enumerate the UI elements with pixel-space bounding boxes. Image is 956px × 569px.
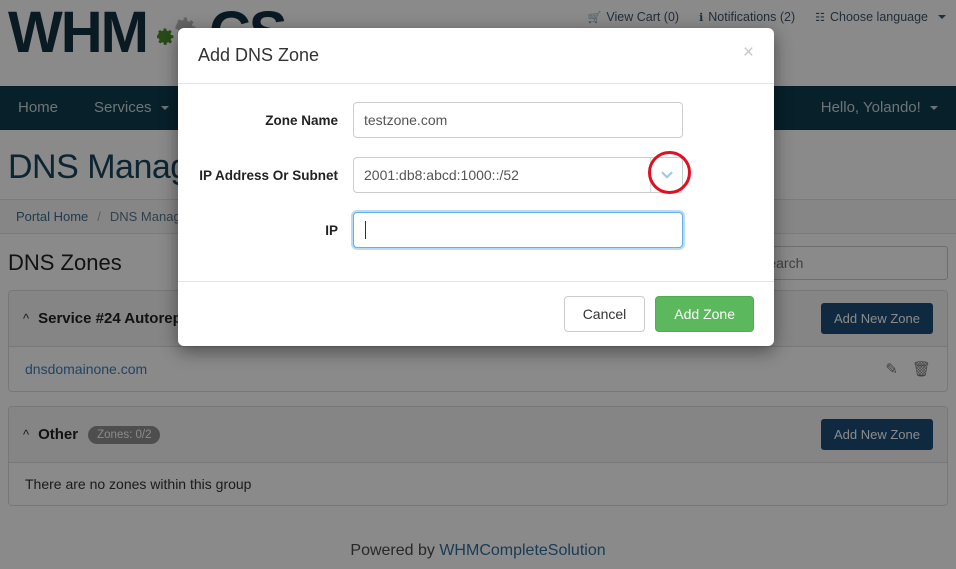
zone-name-label: Zone Name [265,112,338,128]
modal-body: Zone Name IP Address Or Subnet 2001:db8:… [178,84,774,281]
modal-title: Add DNS Zone [198,45,320,65]
add-zone-button[interactable]: Add Zone [655,296,754,332]
ip-subnet-control: 2001:db8:abcd:1000::/52 [353,151,691,194]
cancel-button[interactable]: Cancel [563,296,646,332]
add-dns-zone-modal: Add DNS Zone × Zone Name IP Address Or S… [178,28,774,346]
modal-footer: Cancel Add Zone [178,281,774,346]
ip-subnet-label: IP Address Or Subnet [199,167,338,183]
modal-header: Add DNS Zone × [178,28,774,84]
zone-name-input[interactable] [353,102,683,138]
ip-control [351,210,685,250]
ip-input[interactable] [351,210,685,250]
zone-name-row: Zone Name [198,102,754,138]
ip-row: IP [198,210,754,250]
zone-name-control [353,102,683,138]
ip-label: IP [325,222,338,238]
ip-subnet-select[interactable]: 2001:db8:abcd:1000::/52 [353,157,683,193]
ip-subnet-row: IP Address Or Subnet 2001:db8:abcd:1000:… [198,151,754,194]
close-icon[interactable]: × [743,43,754,62]
text-cursor [365,221,366,239]
